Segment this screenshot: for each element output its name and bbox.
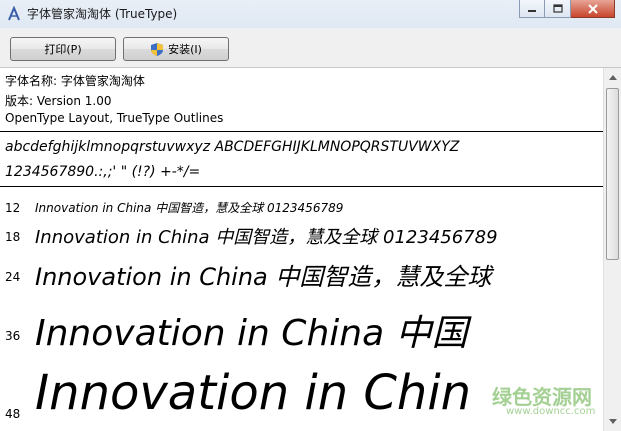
- shield-icon: [151, 42, 164, 56]
- window-title: 字体管家淘淘体 (TrueType): [27, 7, 178, 21]
- size-label: 18: [5, 230, 21, 244]
- toolbar: 打印(P) 安装(I): [0, 28, 621, 68]
- close-button[interactable]: [571, 0, 615, 18]
- size-label: 48: [5, 407, 21, 421]
- close-icon: [587, 3, 598, 14]
- print-button[interactable]: 打印(P): [10, 37, 116, 61]
- minimize-button[interactable]: [519, 0, 545, 18]
- charset-line-2: 1234567890.:,;' " (!?) +-*/=: [5, 164, 201, 180]
- sample-row-12: 12 Innovation in China 中国智造，慧及全球 0123456…: [0, 195, 603, 217]
- maximize-button[interactable]: [545, 0, 571, 18]
- font-type-line: OpenType Layout, TrueType Outlines: [5, 111, 224, 125]
- sample-row-24: 24 Innovation in China 中国智造，慧及全球: [0, 254, 603, 292]
- scroll-thumb[interactable]: [606, 88, 619, 260]
- sample-text: Innovation in China 中国智造，慧及全球: [35, 263, 492, 291]
- arrow-up-icon: [608, 75, 617, 80]
- font-preview-area: 字体名称: 字体管家淘淘体 版本: Version 1.00 OpenType …: [0, 68, 603, 431]
- size-label: 36: [5, 329, 21, 343]
- size-label: 12: [5, 201, 21, 215]
- charset-line-1: abcdefghijklmnopqrstuvwxyz ABCDEFGHIJKLM…: [5, 139, 460, 155]
- title-bar[interactable]: 字体管家淘淘体 (TrueType): [0, 0, 621, 29]
- font-viewer-window: 字体管家淘淘体 (TrueType) 打印(P) 安装(I) 字体名称: 字体管…: [0, 0, 621, 431]
- arrow-down-icon: [608, 419, 617, 424]
- vertical-scrollbar[interactable]: [603, 68, 621, 431]
- print-button-label: 打印(P): [44, 43, 82, 56]
- size-label: 24: [5, 270, 21, 284]
- install-button-label: 安装(I): [168, 43, 202, 56]
- sample-text: Innovation in China 中国智造，慧及全球 0123456789: [35, 201, 344, 215]
- sample-text: Innovation in China 中国智造，慧及全球 0123456789: [35, 227, 498, 248]
- sample-row-18: 18 Innovation in China 中国智造，慧及全球 0123456…: [0, 220, 603, 250]
- sample-row-36: 36 Innovation in China 中国: [0, 300, 603, 354]
- divider: [0, 131, 603, 132]
- font-version-line: 版本: Version 1.00: [5, 94, 112, 108]
- window-controls: [519, 0, 615, 20]
- app-icon: [8, 6, 20, 21]
- sample-text: Innovation in China 中国: [35, 313, 468, 354]
- scroll-up-button[interactable]: [604, 69, 621, 86]
- divider: [0, 186, 603, 187]
- minimize-icon: [528, 9, 536, 12]
- sample-text: Innovation in Chin: [35, 365, 472, 421]
- maximize-icon: [552, 4, 563, 13]
- scroll-down-button[interactable]: [604, 413, 621, 430]
- install-button[interactable]: 安装(I): [123, 37, 229, 61]
- font-name-line: 字体名称: 字体管家淘淘体: [5, 74, 145, 88]
- sample-row-48: 48 Innovation in Chin: [0, 365, 603, 431]
